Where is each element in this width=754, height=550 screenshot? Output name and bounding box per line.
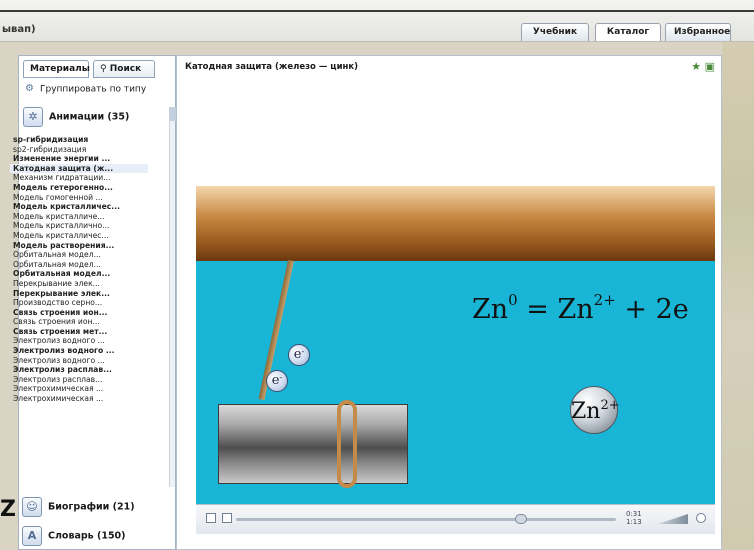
- list-item[interactable]: Катодная защита (ж...: [10, 163, 148, 174]
- background-map: [722, 0, 754, 550]
- title-divider: [0, 10, 754, 12]
- search-icon: ⚲: [100, 64, 110, 74]
- tab-textbook[interactable]: Учебник: [521, 23, 589, 41]
- list-item[interactable]: Модель кристалличес...: [10, 231, 148, 241]
- list-item[interactable]: sp-гибридизация: [10, 135, 148, 145]
- eq-rhs-sup: 2+: [593, 291, 616, 309]
- progress-track[interactable]: [236, 518, 616, 521]
- list-item[interactable]: Производство серно...: [10, 298, 148, 308]
- list-item[interactable]: Связь строения мет...: [10, 327, 148, 337]
- fullscreen-icon[interactable]: [696, 513, 706, 523]
- person-icon: ☺: [22, 497, 42, 517]
- section-dictionary[interactable]: A Словарь (150): [22, 526, 170, 548]
- iron-rod: [218, 404, 408, 484]
- time-display: 0:31 1:13: [626, 510, 642, 526]
- electron-2: e-: [266, 370, 288, 392]
- list-item[interactable]: Модель кристаллично...: [10, 221, 148, 231]
- zinc-ion: Zn2+: [570, 386, 620, 434]
- list-item[interactable]: Электролиз водного ...: [10, 346, 148, 356]
- tab-materials[interactable]: Материалы: [23, 60, 90, 78]
- animation-stage: e- e- Zn0 = Zn2+ + 2e Zn2+: [196, 186, 715, 504]
- stop-button[interactable]: [222, 513, 232, 523]
- list-item[interactable]: Электролиз водного ...: [10, 356, 148, 366]
- eq-lhs: Zn: [472, 294, 509, 325]
- eq-equals: =: [517, 294, 558, 325]
- list-item[interactable]: sp2-гибридизация: [10, 145, 148, 155]
- list-item[interactable]: Электролиз водного ...: [10, 336, 148, 346]
- section-animations[interactable]: ✲ Анимации (35): [23, 107, 171, 129]
- zinc-bar: [196, 186, 715, 261]
- sidebar-scrollbar[interactable]: [169, 107, 176, 487]
- top-bar: ывап) Учебник Каталог Избранное: [0, 0, 754, 42]
- list-item[interactable]: Модель кристалличе...: [10, 212, 148, 222]
- content-title: Катодная защита (железо — цинк): [185, 62, 359, 72]
- tab-search[interactable]: ⚲ Поиск: [93, 60, 155, 78]
- electron-2-sup: -: [279, 373, 283, 382]
- list-item[interactable]: Механизм гидратации...: [10, 173, 148, 183]
- pause-button[interactable]: [206, 513, 216, 523]
- progress-knob[interactable]: [515, 514, 527, 524]
- list-item[interactable]: Орбитальная модел...: [10, 260, 148, 270]
- section-biographies[interactable]: ☺ Биографии (21): [22, 497, 170, 521]
- ion-sup: 2+: [600, 398, 620, 413]
- player-controls: 0:31 1:13: [196, 504, 715, 534]
- tab-favorites[interactable]: Избранное: [665, 23, 731, 41]
- reaction-equation: Zn0 = Zn2+ + 2e: [472, 291, 689, 325]
- eq-lhs-sup: 0: [508, 291, 518, 309]
- list-item[interactable]: Модель гомогенной ...: [10, 193, 148, 203]
- group-by-type[interactable]: ⚙ Группировать по типу: [25, 83, 146, 97]
- tab-search-label: Поиск: [109, 64, 142, 74]
- group-by-label: Группировать по типу: [40, 84, 147, 95]
- favorite-icon[interactable]: ★: [691, 60, 701, 73]
- list-item[interactable]: Связь строения ион...: [10, 317, 148, 327]
- window-icon[interactable]: ▣: [705, 60, 715, 73]
- list-item[interactable]: Изменение энергии ...: [10, 154, 148, 164]
- section-animations-label: Анимации (35): [49, 111, 130, 123]
- list-item[interactable]: Электролиз расплав...: [10, 375, 148, 385]
- logo-mark-icon: Z: [0, 497, 16, 522]
- eq-tail: + 2e: [615, 294, 689, 325]
- list-item[interactable]: Электрохимическая ...: [10, 384, 148, 394]
- window-title: ывап): [2, 24, 36, 35]
- list-item[interactable]: Связь строения ион...: [10, 308, 148, 318]
- eq-rhs: Zn: [557, 294, 594, 325]
- list-item[interactable]: Электрохимическая ...: [10, 394, 148, 404]
- section-biographies-label: Биографии (21): [48, 501, 135, 513]
- electron-1-sup: -: [301, 347, 305, 356]
- rod-band: [337, 400, 357, 488]
- section-dictionary-label: Словарь (150): [48, 530, 126, 542]
- tab-catalog[interactable]: Каталог: [595, 23, 661, 41]
- list-item[interactable]: Модель гетерогенно...: [10, 183, 148, 193]
- electron-1: e-: [288, 344, 310, 366]
- list-item[interactable]: Перекрывание элек...: [10, 289, 148, 299]
- list-item[interactable]: Орбитальная модел...: [10, 250, 148, 260]
- book-icon: A: [22, 526, 42, 546]
- electron-2-label: e: [271, 373, 280, 388]
- list-item[interactable]: Орбитальная модел...: [10, 269, 148, 279]
- electron-1-label: e: [293, 347, 302, 362]
- ion-label: Zn: [571, 399, 601, 424]
- list-item[interactable]: Электролиз расплав...: [10, 365, 148, 375]
- volume-slider[interactable]: [658, 514, 688, 524]
- film-icon: ✲: [23, 107, 43, 127]
- list-item[interactable]: Модель кристалличес...: [10, 202, 148, 212]
- list-item[interactable]: Перекрывание элек...: [10, 279, 148, 289]
- group-icon: ⚙: [25, 83, 34, 94]
- list-item[interactable]: Модель растворения...: [10, 241, 148, 251]
- content-toolbar: ★ ▣: [691, 60, 715, 73]
- animation-list: sp-гибридизация sp2-гибридизация Изменение…: [10, 135, 148, 404]
